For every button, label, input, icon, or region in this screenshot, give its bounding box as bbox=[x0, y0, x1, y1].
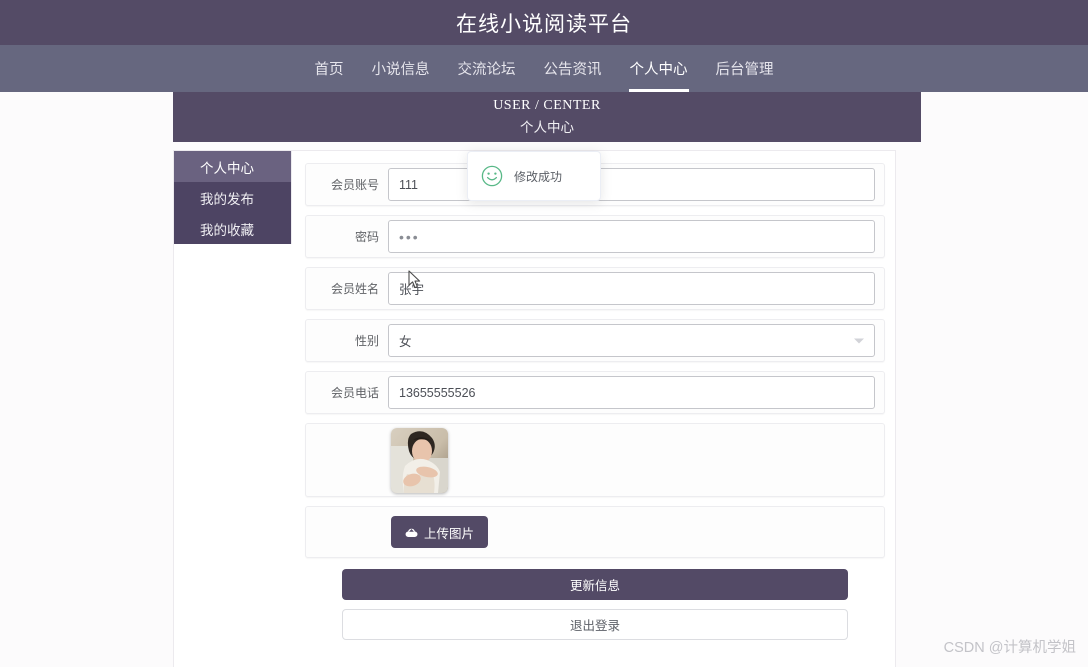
form-actions: 更新信息 退出登录 bbox=[305, 569, 885, 640]
avatar[interactable] bbox=[391, 427, 448, 493]
form-row-name: 会员姓名 张宇 bbox=[305, 267, 885, 310]
banner-chinese-title: 个人中心 bbox=[520, 120, 574, 135]
page-root: 在线小说阅读平台 首页 小说信息 交流论坛 公告资讯 个人中心 后台管理 USE… bbox=[0, 0, 1088, 667]
form-row-upload: 上传图片 bbox=[305, 506, 885, 558]
toast-message: 修改成功 bbox=[514, 169, 563, 184]
form-row-password: 密码 ••• bbox=[305, 215, 885, 258]
sidebar-item-my-favorites[interactable]: 我的收藏 bbox=[174, 213, 291, 244]
nav-item-home[interactable]: 首页 bbox=[301, 45, 358, 92]
avatar-image bbox=[391, 427, 448, 493]
input-account[interactable]: 111 bbox=[388, 168, 875, 201]
main-content-panel: 个人中心 我的发布 我的收藏 会员账号 111 密码 ••• 会员姓名 张宇 性… bbox=[173, 150, 896, 667]
label-phone: 会员电话 bbox=[330, 386, 379, 400]
upload-image-label: 上传图片 bbox=[424, 526, 475, 541]
sidebar-menu: 个人中心 我的发布 我的收藏 bbox=[174, 151, 292, 599]
title-bar: 在线小说阅读平台 bbox=[0, 0, 1088, 45]
smiley-face-icon bbox=[481, 165, 503, 187]
nav-item-novel-info[interactable]: 小说信息 bbox=[358, 45, 444, 92]
form-row-avatar bbox=[305, 423, 885, 497]
label-account: 会员账号 bbox=[330, 178, 379, 192]
input-password[interactable]: ••• bbox=[388, 220, 875, 253]
success-toast: 修改成功 bbox=[467, 151, 601, 201]
select-gender[interactable]: 女 bbox=[388, 324, 875, 357]
nav-item-admin[interactable]: 后台管理 bbox=[702, 45, 788, 92]
sidebar-item-user-center[interactable]: 个人中心 bbox=[174, 151, 291, 182]
sidebar-empty-area bbox=[174, 244, 292, 599]
label-password: 密码 bbox=[354, 230, 379, 244]
form-row-phone: 会员电话 13655555526 bbox=[305, 371, 885, 414]
site-title: 在线小说阅读平台 bbox=[456, 12, 632, 36]
watermark: CSDN @计算机学姐 bbox=[943, 640, 1076, 656]
nav-item-announcements[interactable]: 公告资讯 bbox=[530, 45, 616, 92]
label-name: 会员姓名 bbox=[330, 282, 379, 296]
banner-english-title: USER / CENTER bbox=[493, 98, 601, 113]
input-phone[interactable]: 13655555526 bbox=[388, 376, 875, 409]
select-gender-value: 女 bbox=[399, 335, 412, 349]
nav-list: 首页 小说信息 交流论坛 公告资讯 个人中心 后台管理 bbox=[301, 45, 788, 92]
cloud-upload-icon bbox=[405, 527, 418, 538]
page-banner: USER / CENTER 个人中心 bbox=[173, 92, 921, 142]
profile-form: 会员账号 111 密码 ••• 会员姓名 张宇 性别 女 会员电话 136555… bbox=[305, 163, 885, 640]
chevron-down-icon bbox=[854, 338, 864, 343]
upload-image-button[interactable]: 上传图片 bbox=[391, 516, 489, 548]
nav-item-user-center[interactable]: 个人中心 bbox=[616, 45, 702, 92]
input-name[interactable]: 张宇 bbox=[388, 272, 875, 305]
nav-item-forum[interactable]: 交流论坛 bbox=[444, 45, 530, 92]
main-navigation: 首页 小说信息 交流论坛 公告资讯 个人中心 后台管理 bbox=[0, 45, 1088, 92]
sidebar-item-my-posts[interactable]: 我的发布 bbox=[174, 182, 291, 213]
form-row-gender: 性别 女 bbox=[305, 319, 885, 362]
update-info-button[interactable]: 更新信息 bbox=[342, 569, 848, 600]
mouse-cursor bbox=[408, 270, 421, 289]
label-gender: 性别 bbox=[354, 334, 379, 348]
logout-button[interactable]: 退出登录 bbox=[342, 609, 848, 640]
